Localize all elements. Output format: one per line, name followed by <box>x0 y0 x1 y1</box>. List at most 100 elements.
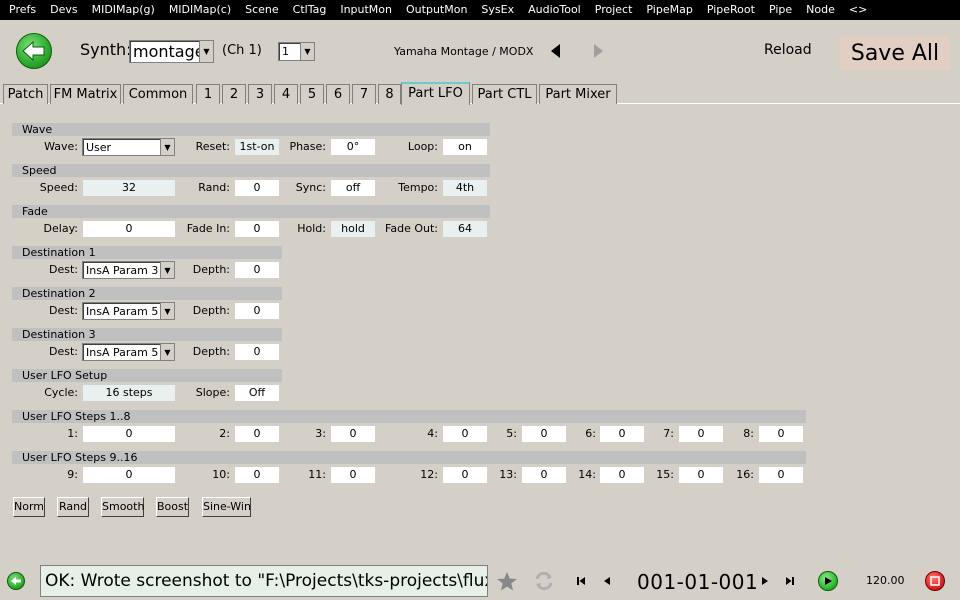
step-12-field[interactable]: 0 <box>443 467 487 483</box>
loop-field[interactable]: on <box>443 139 487 155</box>
save-all-button[interactable]: Save All <box>840 36 950 70</box>
dest1-select[interactable]: InsA Param 3 ▼ <box>82 261 175 279</box>
dest2-select[interactable]: InsA Param 5 ▼ <box>82 302 175 320</box>
menu-sysex[interactable]: SysEx <box>474 0 521 20</box>
step-5-field[interactable]: 0 <box>522 426 566 442</box>
dest1-label: Dest: <box>49 263 78 276</box>
right-triangle-icon[interactable] <box>590 42 606 60</box>
sine-win-button[interactable]: Sine-Win <box>202 497 251 517</box>
menu-more[interactable]: <> <box>842 0 874 20</box>
reset-field[interactable]: 1st-on <box>235 139 279 155</box>
step-9-field[interactable]: 0 <box>83 467 175 483</box>
step-11-field[interactable]: 0 <box>331 467 375 483</box>
hold-field[interactable]: hold <box>331 221 375 237</box>
rand-button[interactable]: Rand <box>57 497 89 517</box>
step-8-field[interactable]: 0 <box>759 426 803 442</box>
delay-field[interactable]: 0 <box>83 221 175 237</box>
tab-fm-matrix[interactable]: FM Matrix <box>50 84 121 104</box>
chevron-down-icon[interactable]: ▼ <box>160 139 174 155</box>
sync-field[interactable]: off <box>331 180 375 196</box>
menu-devs[interactable]: Devs <box>43 0 84 20</box>
reload-button[interactable]: Reload <box>764 42 812 58</box>
tempo-field[interactable]: 4th <box>443 180 487 196</box>
phase-field[interactable]: 0° <box>331 139 375 155</box>
step-13-field[interactable]: 0 <box>522 467 566 483</box>
channel-select[interactable]: 1 ▼ <box>278 42 315 61</box>
menu-pipemap[interactable]: PipeMap <box>639 0 699 20</box>
step-forward-icon[interactable] <box>759 575 771 587</box>
chevron-down-icon[interactable]: ▼ <box>160 262 174 278</box>
tab-part-8[interactable]: 8 <box>378 84 401 104</box>
menu-midimap-c[interactable]: MIDIMap(c) <box>162 0 238 20</box>
tab-part-7[interactable]: 7 <box>352 84 376 104</box>
tab-part-2[interactable]: 2 <box>222 84 246 104</box>
synth-select[interactable]: montage ▼ <box>129 40 214 63</box>
part-lfo-panel: Wave Wave: User ▼ Reset: 1st-on Phase: 0… <box>0 105 960 560</box>
tab-common[interactable]: Common <box>123 84 193 104</box>
star-icon[interactable] <box>495 570 519 592</box>
step-14-label: 14: <box>578 468 596 481</box>
tab-part-6[interactable]: 6 <box>326 84 350 104</box>
tab-part-ctl[interactable]: Part CTL <box>472 84 537 104</box>
step-1-field[interactable]: 0 <box>83 426 175 442</box>
menu-node[interactable]: Node <box>799 0 842 20</box>
dest1-depth-field[interactable]: 0 <box>235 262 279 278</box>
tab-part-mixer[interactable]: Part Mixer <box>539 84 617 104</box>
menu-inputmon[interactable]: InputMon <box>333 0 399 20</box>
play-icon[interactable] <box>818 571 838 591</box>
dest3-select[interactable]: InsA Param 5 ▼ <box>82 343 175 361</box>
menu-piperoot[interactable]: PipeRoot <box>700 0 762 20</box>
step-2-field[interactable]: 0 <box>235 426 279 442</box>
norm-button[interactable]: Norm <box>13 497 45 517</box>
status-bar: OK: Wrote screenshot to "F:\Projects\tks… <box>0 562 960 600</box>
slope-label: Slope: <box>195 386 230 399</box>
menu-outputmon[interactable]: OutputMon <box>399 0 474 20</box>
step-10-field[interactable]: 0 <box>235 467 279 483</box>
tab-part-1[interactable]: 1 <box>196 84 220 104</box>
step-14-field[interactable]: 0 <box>600 467 644 483</box>
tab-patch[interactable]: Patch <box>3 84 48 104</box>
step-15-field[interactable]: 0 <box>679 467 723 483</box>
chevron-down-icon[interactable]: ▼ <box>199 41 213 62</box>
chevron-down-icon[interactable]: ▼ <box>160 344 174 360</box>
chevron-down-icon[interactable]: ▼ <box>160 303 174 319</box>
speed-slider[interactable]: 32 <box>83 180 175 196</box>
step-4-field[interactable]: 0 <box>443 426 487 442</box>
boost-button[interactable]: Boost <box>156 497 189 517</box>
tempo-readout[interactable]: 120.00 <box>866 574 905 587</box>
tab-part-3[interactable]: 3 <box>248 84 272 104</box>
dest2-depth-field[interactable]: 0 <box>235 303 279 319</box>
tab-part-5[interactable]: 5 <box>300 84 324 104</box>
menu-prefs[interactable]: Prefs <box>2 0 43 20</box>
step-6-field[interactable]: 0 <box>600 426 644 442</box>
back-arrow-icon[interactable] <box>7 572 25 590</box>
menu-midimap-g[interactable]: MIDIMap(g) <box>85 0 162 20</box>
tab-part-4[interactable]: 4 <box>274 84 298 104</box>
slope-field[interactable]: Off <box>235 385 279 401</box>
smooth-button[interactable]: Smooth <box>101 497 144 517</box>
sync-icon[interactable] <box>533 570 555 592</box>
step-3-field[interactable]: 0 <box>331 426 375 442</box>
step-4-label: 4: <box>427 427 438 440</box>
chevron-down-icon[interactable]: ▼ <box>300 43 314 60</box>
cycle-field[interactable]: 16 steps <box>83 385 175 401</box>
wave-select[interactable]: User ▼ <box>82 138 175 156</box>
tab-part-lfo[interactable]: Part LFO <box>401 82 470 105</box>
left-triangle-icon[interactable] <box>548 42 564 60</box>
rand-field[interactable]: 0 <box>235 180 279 196</box>
menu-pipe[interactable]: Pipe <box>762 0 799 20</box>
dest3-depth-field[interactable]: 0 <box>235 344 279 360</box>
menu-ctltag[interactable]: CtlTag <box>286 0 334 20</box>
skip-to-start-icon[interactable] <box>575 575 587 587</box>
fade-in-field[interactable]: 0 <box>235 221 279 237</box>
step-7-field[interactable]: 0 <box>679 426 723 442</box>
step-back-icon[interactable] <box>601 575 613 587</box>
skip-to-end-icon[interactable] <box>784 575 796 587</box>
back-button[interactable] <box>16 33 52 69</box>
stop-record-icon[interactable] <box>925 571 945 591</box>
menu-audiotool[interactable]: AudioTool <box>521 0 588 20</box>
step-16-field[interactable]: 0 <box>759 467 803 483</box>
menu-project[interactable]: Project <box>588 0 640 20</box>
menu-scene[interactable]: Scene <box>238 0 286 20</box>
fade-out-field[interactable]: 64 <box>443 221 487 237</box>
